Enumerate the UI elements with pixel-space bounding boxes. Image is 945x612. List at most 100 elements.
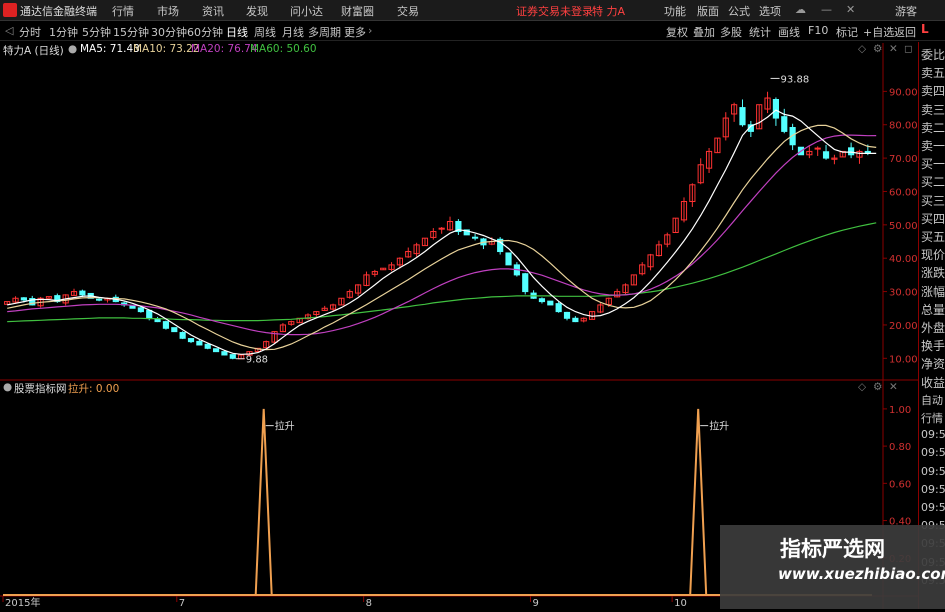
candle-down: [204, 343, 211, 349]
candle-down: [137, 307, 144, 313]
menu-assistant[interactable]: 问小达: [290, 3, 323, 19]
login-notice[interactable]: 证券交易未登录: [516, 3, 593, 19]
btn-mark[interactable]: 标记: [836, 24, 858, 40]
period-60min[interactable]: 60分钟: [187, 24, 223, 40]
menu-discover[interactable]: 发现: [246, 3, 268, 19]
candle-down: [154, 318, 161, 323]
period-toolbar: ◁ 分时 1分钟 5分钟 15分钟 30分钟 60分钟 日线 周线 月线 多周期…: [0, 21, 945, 41]
candle-down: [505, 252, 512, 266]
candle-down: [563, 311, 571, 319]
period-multi[interactable]: 多周期: [308, 24, 341, 40]
btn-f10[interactable]: F10: [808, 24, 828, 37]
ind-y-tick-label: 0.60: [889, 479, 911, 490]
panel-item: 卖四: [921, 84, 945, 99]
candle-down: [187, 338, 195, 343]
y-tick-label: 10.00: [889, 354, 918, 365]
candle-down: [229, 354, 236, 359]
panel-item: 09:5: [921, 446, 945, 460]
high-annotation: 93.88: [781, 74, 810, 85]
low-annotation: 9.88: [246, 355, 268, 366]
candle-down: [538, 298, 546, 303]
panel-item: 涨幅: [921, 284, 945, 299]
signal-label: 拉升: [709, 420, 729, 433]
panel-item: 委比: [921, 48, 945, 62]
candle-down: [522, 273, 529, 293]
panel-item: 买二: [921, 175, 945, 190]
candle-down: [221, 351, 228, 356]
menu-toggle-icon[interactable]: ◁: [5, 24, 13, 37]
menu-layout[interactable]: 版面: [697, 3, 719, 19]
signal-label: 拉升: [275, 420, 295, 433]
candle-down: [212, 348, 220, 353]
candle-up: [814, 147, 821, 150]
stock-name: 特 力A: [592, 5, 626, 18]
y-tick-label: 50.00: [889, 221, 918, 232]
btn-draw[interactable]: 画线: [778, 24, 800, 40]
candle-down: [179, 332, 186, 339]
ma10-line: [7, 124, 877, 351]
chevron-right-icon[interactable]: ›: [368, 24, 372, 37]
x-tick-label: 7: [179, 598, 185, 609]
panel-item: 买一: [921, 157, 945, 172]
period-weekly[interactable]: 周线: [254, 24, 276, 40]
ind-y-tick-label: 0.80: [889, 442, 911, 453]
candle-down: [20, 297, 27, 301]
y-tick-label: 70.00: [889, 154, 918, 165]
btn-adjust[interactable]: 复权: [666, 24, 688, 40]
candle-down: [781, 116, 788, 132]
menu-formula[interactable]: 公式: [728, 3, 750, 19]
panel-item: 买五: [921, 230, 945, 244]
x-tick-label: 9: [532, 598, 538, 609]
menu-quotes[interactable]: 行情: [112, 3, 134, 19]
candle-down: [146, 309, 153, 319]
watermark-url: www.xuezhibiao.com: [778, 565, 945, 583]
period-more[interactable]: 更多: [344, 24, 366, 40]
ind-y-tick-label: 1.00: [889, 405, 911, 416]
menu-market[interactable]: 市场: [157, 3, 179, 19]
panel-item: 卖三: [921, 102, 945, 117]
chart-svg[interactable]: 10.00 20.00 30.00 40.00 50.00 60.00 70.00 80.00…: [0, 40, 918, 609]
candle-down: [822, 151, 830, 159]
menu-function[interactable]: 功能: [664, 3, 686, 19]
period-daily[interactable]: 日线: [226, 24, 248, 40]
candle-down: [96, 298, 103, 301]
period-30min[interactable]: 30分钟: [151, 24, 187, 40]
panel-item: 涨跌: [921, 266, 945, 281]
watermark-title: 指标严选网: [780, 537, 885, 561]
period-monthly[interactable]: 月线: [282, 24, 304, 40]
btn-multi-stock[interactable]: 多股: [720, 24, 742, 40]
period-intraday[interactable]: 分时: [19, 24, 41, 40]
candle-down: [79, 290, 86, 296]
y-tick-label: 60.00: [889, 187, 918, 198]
candle-down: [572, 317, 579, 323]
btn-stats[interactable]: 统计: [749, 24, 771, 40]
panel-item: 行情: [921, 412, 943, 425]
period-5min[interactable]: 5分钟: [82, 24, 111, 40]
panel-item: 09:5: [921, 501, 945, 514]
btn-overlay[interactable]: 叠加: [693, 24, 715, 40]
app-title: 通达信金融终端: [20, 5, 97, 18]
panel-item: 卖二: [921, 120, 945, 135]
panel-item: 总量: [921, 302, 945, 317]
menu-news[interactable]: 资讯: [202, 3, 224, 19]
btn-add-favorite[interactable]: +自选: [863, 24, 894, 40]
panel-item: 09:5: [921, 464, 945, 478]
candle-up: [438, 227, 445, 230]
close-icon[interactable]: ✕: [846, 3, 855, 16]
menu-options[interactable]: 选项: [759, 3, 781, 19]
menu-trade[interactable]: 交易: [397, 3, 419, 19]
btn-back[interactable]: 返回: [894, 24, 916, 40]
title-bar: 通达信金融终端 行情 市场 资讯 发现 问小达 财富圈 交易 证券交易未登录 特…: [0, 0, 945, 21]
menu-wealth[interactable]: 财富圈: [341, 3, 374, 19]
candle-down: [171, 327, 178, 333]
panel-item: 09:5: [921, 428, 945, 442]
guest-label[interactable]: 游客: [895, 3, 917, 19]
y-tick-label: 20.00: [889, 321, 918, 332]
panel-item: 卖一: [921, 139, 945, 153]
period-1min[interactable]: 1分钟: [49, 24, 78, 40]
cloud-icon[interactable]: ☁: [795, 3, 806, 16]
minimize-icon[interactable]: —: [821, 3, 832, 16]
x-tick-label: 2015年: [5, 596, 40, 609]
y-tick-label: 40.00: [889, 254, 918, 265]
period-15min[interactable]: 15分钟: [113, 24, 149, 40]
